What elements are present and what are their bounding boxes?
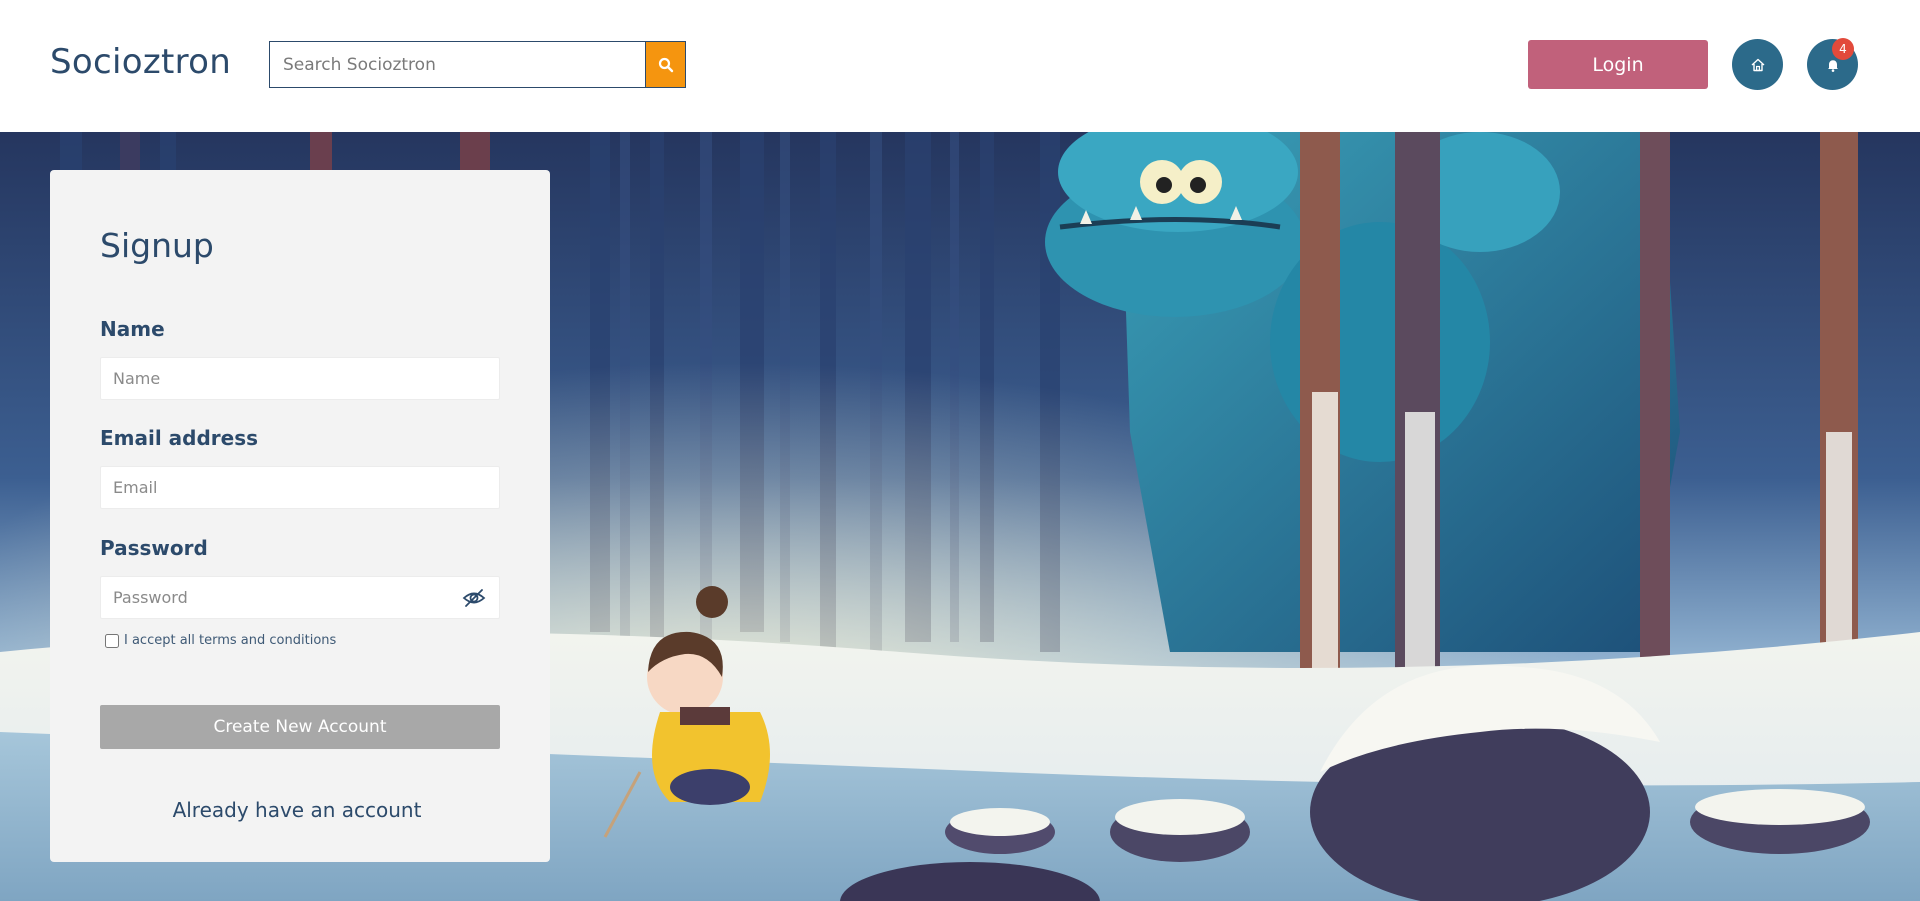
- signup-title: Signup: [100, 226, 214, 265]
- name-field-wrapper: [100, 357, 500, 400]
- password-input[interactable]: [101, 588, 459, 607]
- toggle-password-visibility[interactable]: [459, 583, 489, 613]
- signup-card: Signup Name Email address Password I acc…: [50, 170, 550, 862]
- notification-badge: 4: [1832, 38, 1854, 60]
- brand-logo[interactable]: Socioztron: [50, 42, 231, 82]
- search-bar: [269, 41, 686, 88]
- create-account-button[interactable]: Create New Account: [100, 705, 500, 749]
- top-navbar: Socioztron Login 4: [0, 0, 1920, 132]
- home-icon: [1751, 58, 1764, 71]
- password-label: Password: [100, 536, 208, 560]
- email-input[interactable]: [101, 478, 499, 497]
- eye-slash-icon: [462, 588, 486, 607]
- login-button[interactable]: Login: [1528, 40, 1708, 89]
- email-label: Email address: [100, 426, 259, 450]
- email-field-wrapper: [100, 466, 500, 509]
- name-input[interactable]: [101, 369, 499, 388]
- search-icon: [658, 57, 673, 72]
- terms-row: I accept all terms and conditions: [105, 633, 336, 648]
- already-have-account-link[interactable]: Already have an account: [50, 798, 544, 822]
- name-label: Name: [100, 317, 165, 341]
- terms-checkbox[interactable]: [105, 633, 119, 648]
- search-input[interactable]: [270, 42, 645, 87]
- password-field-wrapper: [100, 576, 500, 619]
- home-button[interactable]: [1732, 39, 1783, 90]
- search-button[interactable]: [645, 42, 685, 87]
- terms-label[interactable]: I accept all terms and conditions: [124, 633, 336, 648]
